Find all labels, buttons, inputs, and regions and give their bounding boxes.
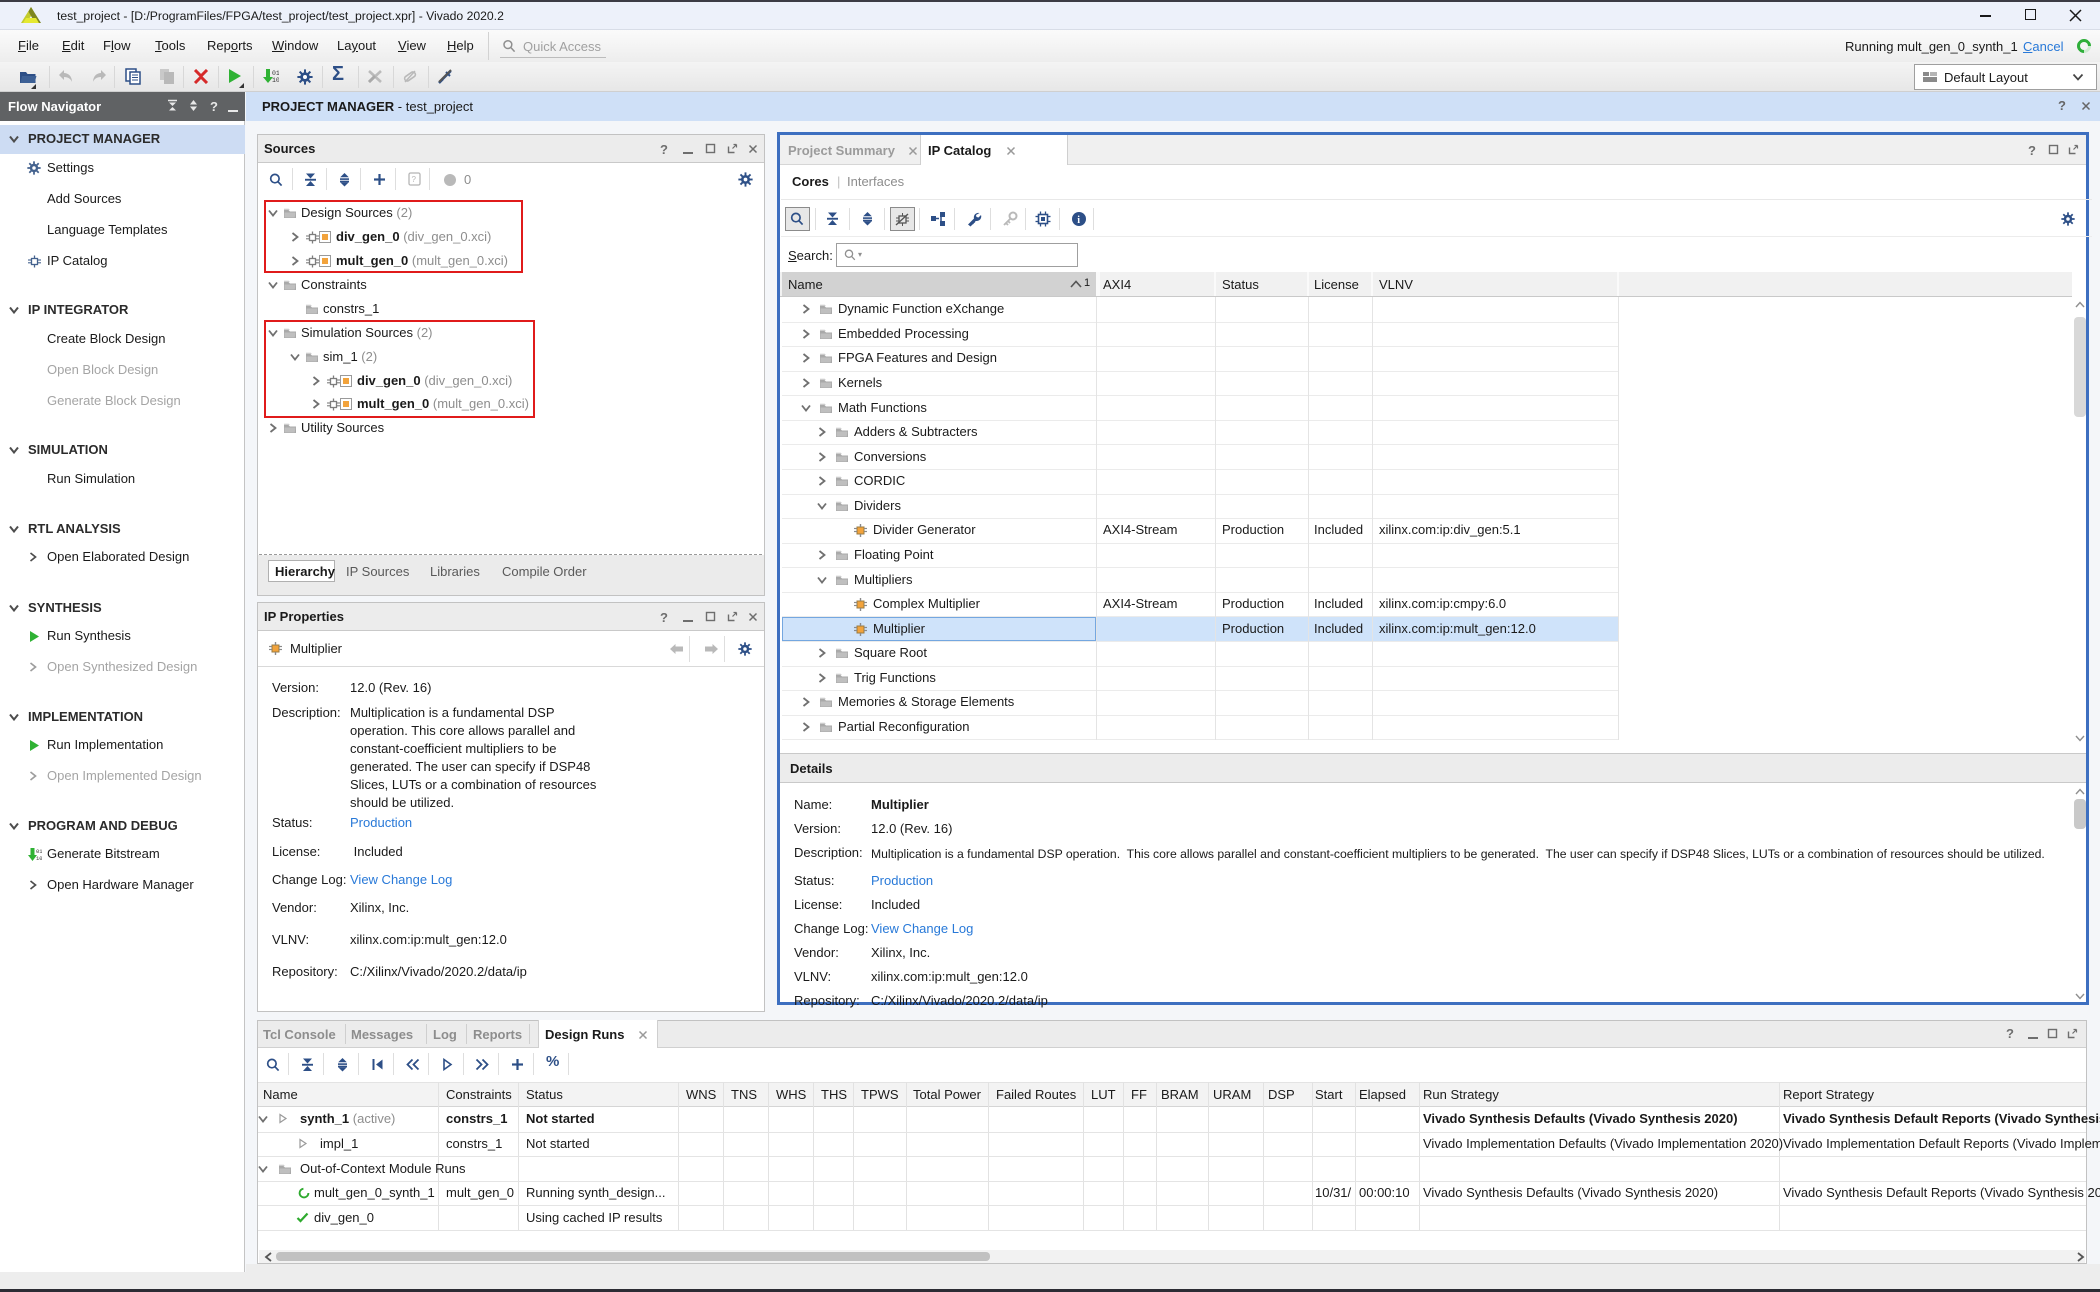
svg-text:10: 10	[272, 77, 279, 84]
svg-text:?: ?	[412, 175, 417, 184]
svg-text:01: 01	[36, 848, 42, 855]
svg-text:01: 01	[272, 70, 279, 77]
svg-text:i: i	[1077, 215, 1080, 226]
svg-text:10: 10	[36, 855, 42, 862]
